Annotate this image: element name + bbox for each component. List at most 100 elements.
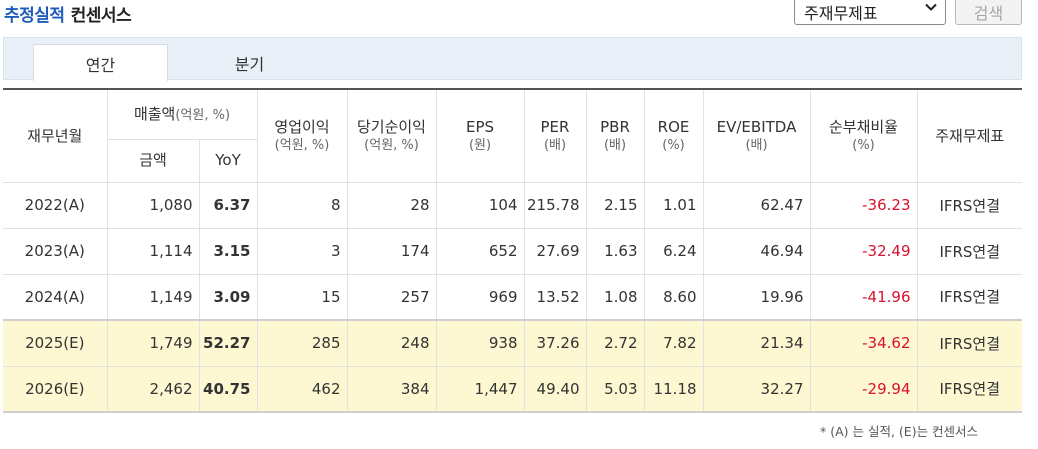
cell-sales-amount: 1,114 <box>106 227 200 275</box>
header-eps: EPS (원) <box>435 88 525 183</box>
header-ev-ebitda: EV/EBITDA (배) <box>702 88 811 183</box>
select-value: 주재무제표 <box>804 4 878 23</box>
header-sales: 매출액(억원, %) <box>106 88 258 140</box>
header-operating-profit: 영업이익 (억원, %) <box>256 88 348 183</box>
header-debt-label: 순부채비율 <box>828 117 898 136</box>
cell-sales-amount: 1,149 <box>106 273 200 321</box>
cell-eps: 1,447 <box>435 365 525 413</box>
header-financial-statement: 주재무제표 <box>916 88 1022 183</box>
cell-sales-yoy: 52.27 <box>198 319 258 367</box>
cell-sales-yoy: 6.37 <box>198 181 258 229</box>
cell-operating-profit: 285 <box>256 319 348 367</box>
cell-sales-yoy: 3.09 <box>198 273 258 321</box>
header-op-label: 영업이익 <box>274 117 330 136</box>
cell-ev-ebitda: 46.94 <box>702 227 811 275</box>
cell-pbr: 1.08 <box>585 273 645 321</box>
title-rest: 컨센서스 <box>70 6 132 26</box>
cell-financial-statement: IFRS연결 <box>916 227 1022 275</box>
tab-quarterly[interactable]: 분기 <box>182 44 317 81</box>
header-sales-yoy: YoY <box>198 138 257 183</box>
cell-eps: 938 <box>435 319 525 367</box>
cell-financial-statement: IFRS연결 <box>916 273 1022 321</box>
cell-roe: 11.18 <box>643 365 704 413</box>
period-tabs: 연간 분기 <box>3 37 1022 81</box>
search-button[interactable]: 검색 <box>955 0 1022 25</box>
cell-financial-statement: IFRS연결 <box>916 181 1022 229</box>
header-debt-unit: (%) <box>852 138 875 154</box>
header-ev-label: EV/EBITDA <box>716 117 797 136</box>
cell-operating-profit: 3 <box>256 227 348 275</box>
cell-sales-yoy: 40.75 <box>198 365 258 413</box>
cell-pbr: 1.63 <box>585 227 645 275</box>
cell-net-income: 248 <box>346 319 437 367</box>
table-row: 2022(A) 1,080 6.37 8 28 104 215.78 2.15 … <box>3 181 1022 229</box>
cell-sales-amount: 1,080 <box>106 181 200 229</box>
header-net-debt-ratio: 순부채비율 (%) <box>809 88 918 183</box>
header-sales-amount: 금액 <box>107 138 200 183</box>
cell-per: 49.40 <box>523 365 587 413</box>
cell-net-income: 384 <box>346 365 437 413</box>
chevron-down-icon <box>925 3 937 11</box>
consensus-table: 재무년월 매출액(억원, %) 영업이익 (억원, %) 당기순이익 (억원, %)… <box>3 88 1022 413</box>
cell-net-income: 174 <box>346 227 437 275</box>
cell-pbr: 2.15 <box>585 181 645 229</box>
table-row: 2025(E) 1,749 52.27 285 248 938 37.26 2.… <box>3 319 1022 367</box>
cell-net-debt-ratio: -34.62 <box>809 319 918 367</box>
header-pbr: PBR (배) <box>585 88 645 183</box>
cell-per: 215.78 <box>523 181 587 229</box>
header-sales-label: 매출액 <box>133 104 176 123</box>
cell-per: 13.52 <box>523 273 587 321</box>
header-roe-label: ROE <box>657 117 690 136</box>
header-bar: 추정실적 컨센서스 주재무제표 검색 <box>0 0 1038 30</box>
cell-operating-profit: 15 <box>256 273 348 321</box>
cell-eps: 969 <box>435 273 525 321</box>
cell-sales-amount: 1,749 <box>106 319 200 367</box>
table-row: 2023(A) 1,114 3.15 3 174 652 27.69 1.63 … <box>3 227 1022 275</box>
cell-per: 37.26 <box>523 319 587 367</box>
header-per: PER (배) <box>523 88 587 183</box>
cell-year: 2026(E) <box>3 365 108 413</box>
header-net-unit: (억원, %) <box>364 138 419 154</box>
cell-roe: 8.60 <box>643 273 704 321</box>
header-net-label: 당기순이익 <box>356 117 426 136</box>
tab-annual[interactable]: 연간 <box>33 44 168 81</box>
table-row: 2024(A) 1,149 3.09 15 257 969 13.52 1.08… <box>3 273 1022 321</box>
statement-type-select[interactable]: 주재무제표 <box>794 0 946 25</box>
cell-net-debt-ratio: -29.94 <box>809 365 918 413</box>
header-pbr-label: PBR <box>600 117 630 136</box>
cell-sales-amount: 2,462 <box>106 365 200 413</box>
header-op-unit: (억원, %) <box>274 138 330 154</box>
header-per-unit: (배) <box>543 138 567 154</box>
cell-pbr: 5.03 <box>585 365 645 413</box>
cell-net-income: 257 <box>346 273 437 321</box>
table-row: 2026(E) 2,462 40.75 462 384 1,447 49.40 … <box>3 365 1022 413</box>
header-year: 재무년월 <box>3 88 108 183</box>
header-roe-unit: (%) <box>662 138 685 154</box>
cell-ev-ebitda: 32.27 <box>702 365 811 413</box>
cell-per: 27.69 <box>523 227 587 275</box>
cell-sales-yoy: 3.15 <box>198 227 258 275</box>
cell-net-debt-ratio: -41.96 <box>809 273 918 321</box>
cell-net-income: 28 <box>346 181 437 229</box>
cell-operating-profit: 8 <box>256 181 348 229</box>
cell-ev-ebitda: 21.34 <box>702 319 811 367</box>
header-net-income: 당기순이익 (억원, %) <box>346 88 437 183</box>
header-eps-label: EPS <box>465 117 495 136</box>
header-eps-unit: (원) <box>468 138 492 154</box>
cell-roe: 6.24 <box>643 227 704 275</box>
footnote: * (A) 는 실적, (E)는 컨센서스 <box>820 424 979 439</box>
cell-roe: 7.82 <box>643 319 704 367</box>
cell-net-debt-ratio: -36.23 <box>809 181 918 229</box>
title-highlight: 추정실적 <box>4 6 65 26</box>
cell-financial-statement: IFRS연결 <box>916 319 1022 367</box>
cell-year: 2024(A) <box>3 273 108 321</box>
section-title: 추정실적 컨센서스 <box>4 1 132 26</box>
cell-pbr: 2.72 <box>585 319 645 367</box>
cell-financial-statement: IFRS연결 <box>916 365 1022 413</box>
cell-eps: 652 <box>435 227 525 275</box>
cell-roe: 1.01 <box>643 181 704 229</box>
header-pbr-unit: (배) <box>603 138 627 154</box>
cell-year: 2025(E) <box>3 319 108 367</box>
cell-year: 2023(A) <box>3 227 108 275</box>
cell-ev-ebitda: 62.47 <box>702 181 811 229</box>
